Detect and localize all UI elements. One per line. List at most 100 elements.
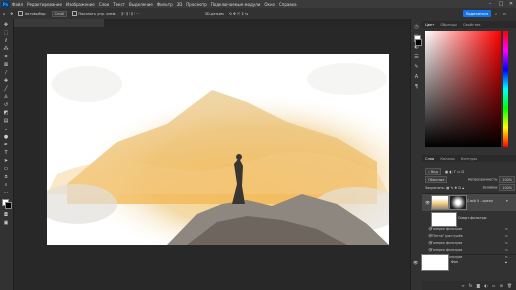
maximize-button[interactable]: □ — [497, 0, 505, 8]
menu-type[interactable]: Текст — [113, 2, 125, 7]
add-mask-icon[interactable]: ◙ — [476, 283, 480, 288]
auto-select-target-dropdown[interactable]: Слой — [51, 10, 67, 17]
screen-mode-icon[interactable]: ▣ — [2, 219, 10, 226]
menu-image[interactable]: Изображение — [66, 2, 95, 7]
brush-icon[interactable]: ╱ — [2, 85, 10, 92]
hue-slider[interactable] — [503, 31, 508, 147]
show-transform-label: Показать упр. элем. — [78, 11, 117, 16]
filter-options-icon[interactable]: ⇋ — [505, 248, 508, 252]
background-visibility-eye-icon[interactable]: 👁︎ — [413, 260, 418, 265]
new-group-icon[interactable]: ▭ — [492, 283, 496, 288]
canvas-artwork[interactable] — [47, 54, 389, 245]
color-picker-field[interactable] — [425, 31, 501, 147]
color-background-swatch[interactable] — [415, 39, 422, 46]
align-icons[interactable]: ⫼ ⫶ ⫼ ⫶ ⫼ ⫶ ⋯ — [122, 12, 140, 16]
move-icon[interactable]: ✥ — [2, 21, 10, 28]
layer-kind-filter[interactable]: ⌕ Вид — [425, 168, 441, 175]
menu-file[interactable]: Файл — [12, 2, 23, 7]
delete-layer-icon[interactable]: 🗑︎ — [507, 283, 512, 288]
eraser-icon[interactable]: ◩ — [2, 109, 10, 116]
tab-color[interactable]: Цвет — [425, 23, 434, 27]
menu-select[interactable]: Выделение — [129, 2, 153, 7]
show-transform-option[interactable]: Показать упр. элем. — [71, 11, 117, 16]
link-layers-icon[interactable]: ∞ — [461, 283, 464, 288]
adjustment-layer-icon[interactable]: ◐ — [484, 283, 488, 288]
tab-layers[interactable]: Слои — [425, 157, 434, 161]
brushes-panel-icon[interactable]: ✎ — [413, 63, 420, 70]
tab-swatches[interactable]: Образцы — [440, 23, 457, 27]
blur-icon[interactable]: 💧︎ — [2, 125, 10, 132]
more-icon[interactable]: ⋯ — [2, 189, 10, 196]
show-transform-checkbox[interactable] — [71, 11, 77, 16]
filter-item[interactable]: Галерея фильтров — [431, 241, 462, 245]
menu-help[interactable]: Справка — [279, 2, 297, 7]
auto-select-checkbox[interactable] — [18, 11, 24, 16]
gradient-icon[interactable]: ▤ — [2, 117, 10, 124]
tab-channels[interactable]: Каналы — [440, 157, 454, 161]
3d-tools-icons[interactable]: ⟲ ✥ ⤧ ⇕ ⇆ — [229, 12, 249, 16]
history-brush-icon[interactable]: ↺ — [2, 101, 10, 108]
frame-icon[interactable]: ⊠ — [2, 61, 10, 68]
character-panel-icon[interactable]: A — [413, 73, 420, 80]
tools-panel: ✥ ⬚ ℓ ⁂ ⌗ ⊠ ⁄ ✚ ╱ ♙ ↺ ◩ ▤ 💧︎ ● ✒︎ T ➤ ▭ … — [0, 19, 14, 290]
menu-3d[interactable]: 3D — [177, 2, 183, 7]
close-button[interactable]: ✕ — [507, 0, 515, 8]
background-color-swatch[interactable] — [5, 202, 12, 209]
crop-icon[interactable]: ⌗ — [2, 53, 10, 60]
filter-type-icons[interactable]: ▣ ◐ T ▭ ⊡ — [445, 170, 465, 174]
paragraph-panel-icon[interactable]: ¶ — [413, 83, 420, 90]
background-thumbnail — [421, 254, 449, 271]
filter-options-icon[interactable]: ⇋ — [505, 227, 508, 231]
blend-mode-dropdown[interactable]: Обычные — [425, 176, 448, 183]
eyedropper-icon[interactable]: ⁄ — [2, 69, 10, 76]
menu-filter[interactable]: Фильтр — [157, 2, 173, 7]
fill-field[interactable]: 100% — [499, 184, 515, 191]
document-tab[interactable] — [14, 19, 104, 27]
marquee-icon[interactable]: ⬚ — [2, 29, 10, 36]
zoom-icon[interactable]: ⌕ — [2, 181, 10, 188]
filter-item[interactable]: Галерея фильтров — [431, 248, 462, 252]
shape-icon[interactable]: ▭ — [2, 165, 10, 172]
tab-paths[interactable]: Контуры — [461, 157, 477, 161]
menu-plugins[interactable]: Подключаемые модули — [211, 2, 261, 7]
opacity-field[interactable]: 100% — [499, 176, 515, 183]
background-layer-name[interactable]: Фон — [451, 260, 458, 264]
menu-edit[interactable]: Редактирование — [27, 2, 62, 7]
filter-item[interactable]: Галерея фильтров — [431, 227, 462, 231]
filter-options-icon[interactable]: ⇋ — [505, 241, 508, 245]
move-tool-icon[interactable]: ✥ — [10, 12, 13, 16]
smart-filters-label[interactable]: Смарт-фильтры — [458, 216, 486, 220]
layer-name[interactable]: Слой 0 - ореол — [467, 199, 493, 203]
quick-mask-icon[interactable]: ◘ — [2, 211, 10, 218]
visibility-eye-icon[interactable]: 👁︎ — [425, 200, 430, 205]
filter-options-icon[interactable]: ⇋ — [505, 234, 508, 238]
tab-properties[interactable]: Свойства — [463, 23, 481, 27]
workspace-icon[interactable]: ▭ — [503, 12, 506, 16]
auto-select-option[interactable]: Автовыбор: — [18, 11, 47, 16]
path-select-icon[interactable]: ➤ — [2, 157, 10, 164]
menu-layers[interactable]: Слои — [99, 2, 109, 7]
history-panel-icon[interactable]: ◷ — [413, 23, 420, 30]
type-icon[interactable]: T — [2, 149, 10, 156]
layer-style-icon[interactable]: fx — [469, 283, 473, 288]
pen-icon[interactable]: ✒︎ — [2, 141, 10, 148]
healing-icon[interactable]: ✚ — [2, 77, 10, 84]
dodge-icon[interactable]: ● — [2, 133, 10, 140]
stamp-icon[interactable]: ♙ — [2, 93, 10, 100]
share-button[interactable]: Поделиться — [463, 10, 491, 17]
magic-wand-icon[interactable]: ⁂ — [2, 45, 10, 52]
photoshop-logo: Ps — [1, 0, 10, 8]
menu-view[interactable]: Просмотр — [186, 2, 207, 7]
lock-icons[interactable]: ▦ ✎ ✥ ⊡ 🔒︎ — [446, 186, 464, 190]
home-icon[interactable]: ⌂ — [3, 12, 5, 16]
minimize-button[interactable]: – — [486, 0, 494, 8]
lasso-icon[interactable]: ℓ — [2, 37, 10, 44]
libraries-panel-icon[interactable]: ☰ — [413, 53, 420, 60]
new-layer-icon[interactable]: ⊞ — [500, 283, 503, 288]
search-icon[interactable]: ⌕ — [495, 12, 497, 16]
filter-item[interactable]: "Пятна" (растушёв — [431, 234, 463, 238]
menu-window[interactable]: Окно — [264, 2, 275, 7]
hand-icon[interactable]: ✋︎ — [2, 173, 10, 180]
layers-bottom-toolbar: ∞ fx ◙ ◐ ▭ ⊞ 🗑︎ — [422, 281, 516, 290]
lock-label: Закрепить: — [425, 185, 446, 190]
